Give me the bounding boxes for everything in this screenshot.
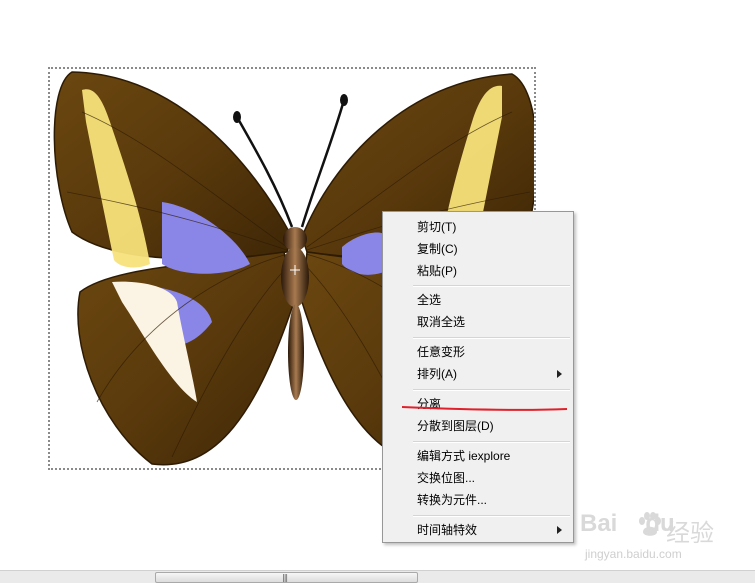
menu-item-copy[interactable]: 复制(C)	[384, 238, 572, 260]
menu-item-label: 取消全选	[417, 315, 466, 329]
menu-item-label: 排列(A)	[417, 367, 457, 381]
baidu-watermark: Baidu 经验 jingyan.baidu.com	[580, 510, 750, 570]
menu-item-label: 编辑方式 iexplore	[417, 449, 511, 463]
submenu-arrow-icon	[557, 526, 562, 534]
menu-item-label: 交换位图...	[417, 471, 476, 485]
grip-icon: |||	[282, 573, 288, 582]
baidu-brand-text: 经验	[666, 520, 714, 547]
menu-separator	[413, 515, 570, 517]
context-menu: 剪切(T) 复制(C) 粘贴(P) 全选 取消全选 任意变形 排列(A) 分离 …	[382, 211, 574, 543]
menu-item-edit-with[interactable]: 编辑方式 iexplore	[384, 445, 572, 467]
menu-item-select-all[interactable]: 全选	[384, 289, 572, 311]
menu-item-label: 粘贴(P)	[417, 264, 457, 278]
menu-item-label: 转换为元件...	[417, 493, 488, 507]
menu-item-label: 分散到图层(D)	[417, 419, 494, 433]
menu-item-label: 时间轴特效	[417, 523, 478, 537]
menu-item-cut[interactable]: 剪切(T)	[384, 216, 572, 238]
menu-item-label: 复制(C)	[417, 242, 458, 256]
menu-item-convert-to-symbol[interactable]: 转换为元件...	[384, 489, 572, 511]
stage-canvas[interactable]	[0, 0, 755, 570]
menu-item-swap-bitmap[interactable]: 交换位图...	[384, 467, 572, 489]
scrollbar-thumb[interactable]: |||	[155, 572, 418, 583]
menu-item-label: 分离	[417, 397, 442, 411]
horizontal-scrollbar[interactable]: |||	[0, 570, 755, 583]
menu-item-label: 全选	[417, 293, 442, 307]
menu-separator	[413, 337, 570, 339]
menu-item-label: 剪切(T)	[417, 220, 457, 234]
menu-separator	[413, 389, 570, 391]
menu-item-deselect-all[interactable]: 取消全选	[384, 311, 572, 333]
menu-item-free-transform[interactable]: 任意变形	[384, 341, 572, 363]
menu-item-timeline-effects[interactable]: 时间轴特效	[384, 519, 572, 541]
baidu-url: jingyan.baidu.com	[585, 547, 682, 561]
menu-item-arrange[interactable]: 排列(A)	[384, 363, 572, 385]
menu-item-break-apart[interactable]: 分离	[384, 393, 572, 415]
menu-item-paste[interactable]: 粘贴(P)	[384, 260, 572, 282]
menu-separator	[413, 441, 570, 443]
menu-separator	[413, 285, 570, 287]
menu-item-distribute-to-layers[interactable]: 分散到图层(D)	[384, 415, 572, 437]
paw-icon	[639, 512, 661, 536]
submenu-arrow-icon	[557, 370, 562, 378]
menu-item-label: 任意变形	[417, 345, 466, 359]
